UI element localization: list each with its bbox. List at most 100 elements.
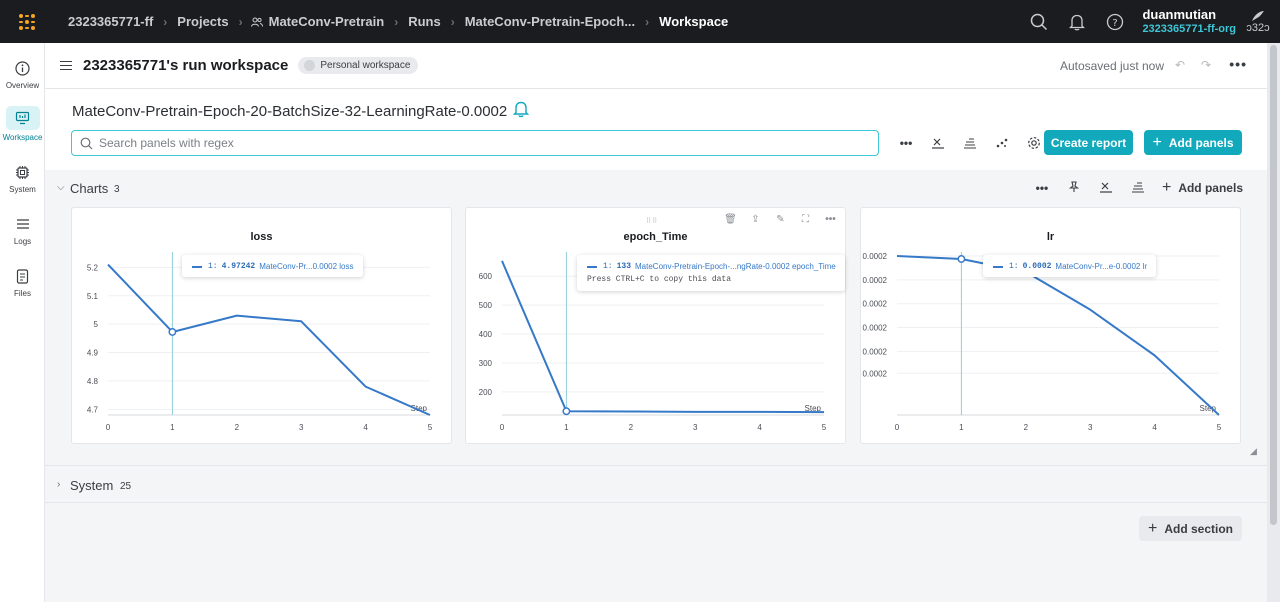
y-tick-label: 5.2 bbox=[87, 263, 99, 272]
add-section-label: Add section bbox=[1164, 521, 1233, 536]
crumb-run[interactable]: MateConv-Pretrain-Epoch... bbox=[463, 14, 637, 29]
chart-panel-epoch-time[interactable]: ⠿⠿ 🗑︎ ⇪ ✎ ⛶ ••• epoch_Time 600 500 400 300 2… bbox=[465, 207, 846, 444]
sidebar-item-logs[interactable]: Logs bbox=[0, 214, 45, 246]
bell-icon[interactable] bbox=[1058, 13, 1096, 31]
tooltip-run-index: 1: bbox=[603, 262, 613, 271]
chevron-right-icon[interactable]: › bbox=[57, 479, 60, 490]
panel-search-box[interactable] bbox=[71, 130, 879, 156]
search-input[interactable] bbox=[99, 136, 799, 150]
people-icon bbox=[250, 17, 263, 27]
sidebar-item-system[interactable]: System bbox=[0, 162, 45, 194]
plus-icon: + bbox=[1161, 179, 1172, 196]
help-icon[interactable]: ? bbox=[1096, 13, 1134, 31]
workspace-header: 2323365771's run workspace Personal work… bbox=[45, 43, 1267, 89]
run-alert-bell-icon[interactable] bbox=[513, 100, 530, 122]
redo-icon[interactable]: ↷ bbox=[1201, 58, 1211, 72]
sidebar-item-files[interactable]: Files bbox=[0, 266, 45, 298]
smoothing-icon[interactable] bbox=[1122, 181, 1154, 196]
tooltip-series-name: MateConv-Pr...0.0002 loss bbox=[259, 262, 354, 271]
section-header-system[interactable]: › System 25 bbox=[45, 465, 1267, 503]
tooltip-value: 0.0002 bbox=[1022, 262, 1052, 271]
section-add-panels-button[interactable]: + Add panels bbox=[1162, 179, 1243, 197]
list-icon bbox=[13, 214, 33, 234]
search-icon[interactable] bbox=[1020, 13, 1058, 31]
sidebar-item-overview[interactable]: Overview bbox=[0, 58, 45, 90]
y-tick-label: 0.0002 bbox=[863, 369, 888, 378]
smoothing-icon[interactable] bbox=[954, 133, 986, 153]
scrollbar-thumb[interactable] bbox=[1270, 45, 1277, 525]
y-tick-label: 5 bbox=[94, 320, 99, 329]
section-count: 3 bbox=[114, 184, 120, 195]
y-tick-label: 0.0002 bbox=[863, 252, 888, 261]
more-options-icon[interactable]: ••• bbox=[890, 133, 922, 153]
wandb-logo-icon[interactable] bbox=[0, 0, 54, 43]
crumb-project[interactable]: MateConv-Pretrain bbox=[267, 14, 387, 29]
lr-chart: 0.0002 0.0002 0.0002 0.0002 0.0002 0.0002 0 1 2 3… bbox=[863, 252, 1222, 432]
section-title: System bbox=[70, 478, 114, 493]
sidebar: Overview Workspace System Logs Files bbox=[0, 43, 45, 602]
chevron-right-icon: › bbox=[238, 14, 243, 29]
plus-icon: + bbox=[1147, 519, 1158, 537]
pin-icon[interactable] bbox=[1058, 180, 1090, 196]
x-tick-label: 0 bbox=[895, 423, 900, 432]
more-options-icon[interactable]: ••• bbox=[1026, 181, 1058, 195]
chip-icon bbox=[13, 162, 33, 182]
section-resize-handle-icon[interactable]: ◢ bbox=[1250, 446, 1257, 457]
crumb-projects[interactable]: Projects bbox=[175, 14, 230, 29]
tooltip-value: 133 bbox=[616, 262, 632, 271]
sidebar-item-label: Files bbox=[14, 289, 31, 298]
tooltip-value: 4.97242 bbox=[221, 262, 256, 271]
undo-icon[interactable]: ↶ bbox=[1175, 58, 1185, 72]
user-menu[interactable]: duanmutian 2323365771-ff-org bbox=[1142, 7, 1236, 37]
x-axis-settings-icon[interactable] bbox=[922, 133, 954, 153]
x-tick-label: 5 bbox=[428, 423, 433, 432]
outliers-icon[interactable] bbox=[986, 133, 1018, 153]
x-tick-label: 3 bbox=[693, 423, 698, 432]
breadcrumb: 2323365771-ff › Projects › MateConv-Pret… bbox=[66, 14, 730, 29]
tooltip-series-name: MateConv-Pr...e-0.0002 lr bbox=[1055, 262, 1148, 271]
workspace-icon bbox=[5, 106, 40, 130]
menu-icon[interactable] bbox=[60, 58, 72, 73]
file-icon bbox=[13, 266, 33, 286]
section-title: Charts bbox=[70, 181, 109, 196]
x-tick-label: 3 bbox=[299, 423, 304, 432]
y-tick-label: 600 bbox=[479, 272, 493, 281]
sidebar-item-workspace[interactable]: Workspace bbox=[0, 106, 45, 142]
x-tick-label: 2 bbox=[1024, 423, 1029, 432]
avatar-text: ↄ32ↄ bbox=[1246, 21, 1270, 34]
x-tick-label: 2 bbox=[235, 423, 240, 432]
chart-panel-lr[interactable]: lr 0.0002 0.0002 0.0002 0.0002 0.0002 0.0002 0… bbox=[860, 207, 1241, 444]
user-name: duanmutian bbox=[1142, 6, 1217, 22]
crumb-entity[interactable]: 2323365771-ff bbox=[66, 14, 155, 29]
add-panels-label: Add panels bbox=[1168, 135, 1234, 150]
x-tick-label: 5 bbox=[822, 423, 827, 432]
hover-point bbox=[562, 407, 571, 416]
scrollbar[interactable] bbox=[1267, 43, 1280, 602]
crumb-runs[interactable]: Runs bbox=[406, 14, 443, 29]
bird-icon bbox=[1252, 10, 1264, 21]
crumb-workspace[interactable]: Workspace bbox=[657, 14, 730, 29]
chevron-down-icon[interactable]: ⌵ bbox=[57, 182, 65, 193]
section-add-panels-label: Add panels bbox=[1178, 181, 1243, 195]
create-report-button[interactable]: Create report bbox=[1044, 130, 1133, 155]
tooltip-series-name: MateConv-Pretrain-Epoch-...ngRate-0.0002… bbox=[635, 262, 836, 271]
y-tick-label: 4.8 bbox=[87, 377, 99, 386]
section-header-charts[interactable]: ⌵ Charts 3 ••• + Add panels bbox=[45, 176, 1267, 202]
search-icon bbox=[80, 137, 93, 149]
y-tick-label: 0.0002 bbox=[863, 276, 888, 285]
series-swatch bbox=[587, 265, 597, 268]
chevron-right-icon: › bbox=[450, 14, 455, 29]
info-icon bbox=[13, 58, 33, 78]
y-tick-label: 0.0002 bbox=[863, 347, 888, 356]
x-tick-label: 4 bbox=[363, 423, 368, 432]
y-tick-label: 4.7 bbox=[87, 405, 99, 414]
add-section-button[interactable]: + Add section bbox=[1139, 516, 1242, 541]
x-axis-settings-icon[interactable] bbox=[1090, 181, 1122, 196]
page-title: 2323365771's run workspace bbox=[83, 57, 289, 74]
chart-tooltip: 1: 133 MateConv-Pretrain-Epoch-...ngRate… bbox=[577, 255, 845, 291]
more-options-icon[interactable]: ••• bbox=[1229, 56, 1247, 72]
workspace-type-badge[interactable]: Personal workspace bbox=[298, 57, 419, 74]
add-panels-button[interactable]: + Add panels bbox=[1144, 130, 1242, 155]
avatar[interactable]: ↄ32ↄ bbox=[1236, 0, 1280, 43]
chart-panel-loss[interactable]: loss 5.2 5.1 5 4.9 4.8 4.7 0 1 2 3 4 5 Step 1: 4.972… bbox=[71, 207, 452, 444]
